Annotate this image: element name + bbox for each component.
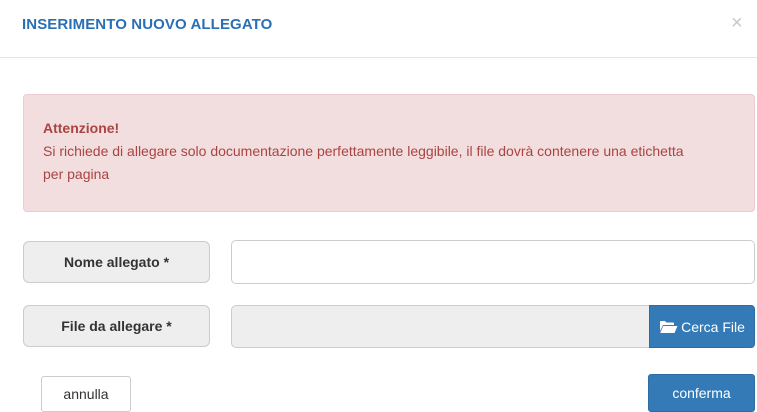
attachment-name-input[interactable] bbox=[231, 240, 755, 284]
file-field-label: File da allegare * bbox=[23, 305, 210, 347]
alert-message: Si richiede di allegare solo documentazi… bbox=[43, 143, 684, 182]
name-field-label: Nome allegato * bbox=[23, 241, 210, 283]
confirm-button[interactable]: conferma bbox=[648, 374, 755, 412]
file-path-input[interactable] bbox=[231, 305, 649, 348]
modal-title: INSERIMENTO NUOVO ALLEGATO bbox=[22, 16, 273, 33]
cancel-button[interactable]: annulla bbox=[41, 376, 131, 412]
warning-alert: Attenzione! Si richiede di allegare solo… bbox=[23, 94, 755, 212]
modal-header: INSERIMENTO NUOVO ALLEGATO × bbox=[0, 0, 757, 58]
close-icon[interactable]: × bbox=[731, 13, 743, 33]
alert-title: Attenzione! bbox=[43, 120, 120, 136]
folder-open-icon bbox=[659, 320, 678, 334]
browse-file-label: Cerca File bbox=[681, 318, 745, 335]
browse-file-button[interactable]: Cerca File bbox=[649, 305, 755, 348]
